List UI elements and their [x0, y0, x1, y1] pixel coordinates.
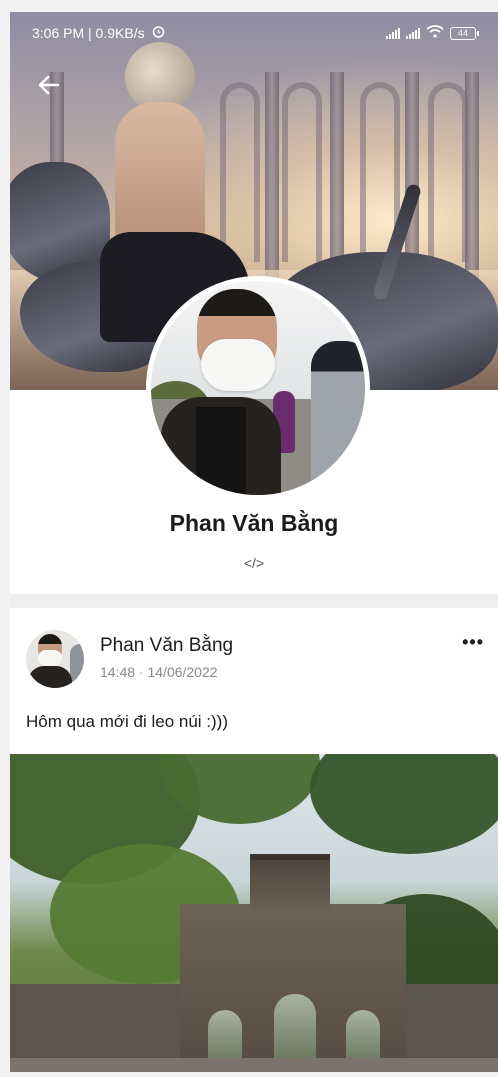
cover-arch [282, 82, 322, 262]
post-author-name[interactable]: Phan Văn Bằng [100, 635, 233, 657]
status-time: 3:06 PM | 0.9KB/s [32, 25, 386, 41]
battery-icon: 44 [450, 26, 479, 40]
photo-foliage [310, 754, 498, 854]
signal-icon [386, 27, 400, 39]
photo-gate [180, 904, 406, 1072]
profile-bio: </> [243, 555, 265, 571]
status-bar: 3:06 PM | 0.9KB/s 44 [10, 12, 498, 54]
cover-arch [220, 82, 260, 262]
avatar-shirt [196, 407, 246, 495]
post-card: Phan Văn Bằng 14:48 · 14/06/2022 ••• Hôm… [10, 608, 498, 1072]
alarm-icon [152, 25, 165, 41]
avatar-mask [201, 339, 275, 391]
photo-ground [10, 1058, 498, 1072]
status-right: 44 [386, 25, 479, 41]
profile-name: Phan Văn Bằng [169, 510, 339, 536]
avatar-background-person [311, 341, 365, 495]
signal-icon [406, 27, 420, 39]
profile-screen: 3:06 PM | 0.9KB/s 44 Phan Văn Bằng </> P… [10, 12, 498, 1072]
post-photo[interactable] [10, 754, 498, 1072]
post-text: Hôm qua mới đi leo núi :))) [26, 712, 228, 731]
cover-arch [428, 82, 468, 262]
post-author-avatar[interactable] [26, 630, 84, 688]
post-timestamp: 14:48 · 14/06/2022 [100, 664, 218, 680]
more-options-icon[interactable]: ••• [462, 632, 484, 653]
avatar-jacket [28, 666, 72, 688]
cover-woman-back [115, 102, 205, 252]
status-time-text: 3:06 PM | 0.9KB/s [32, 25, 145, 41]
avatar-background-person [70, 644, 84, 688]
battery-level: 44 [457, 28, 468, 38]
photo-gate-roof [250, 854, 330, 914]
back-arrow-icon[interactable] [36, 72, 66, 102]
avatar-mask [38, 650, 62, 666]
wifi-icon [426, 25, 444, 41]
profile-avatar[interactable] [146, 276, 370, 500]
